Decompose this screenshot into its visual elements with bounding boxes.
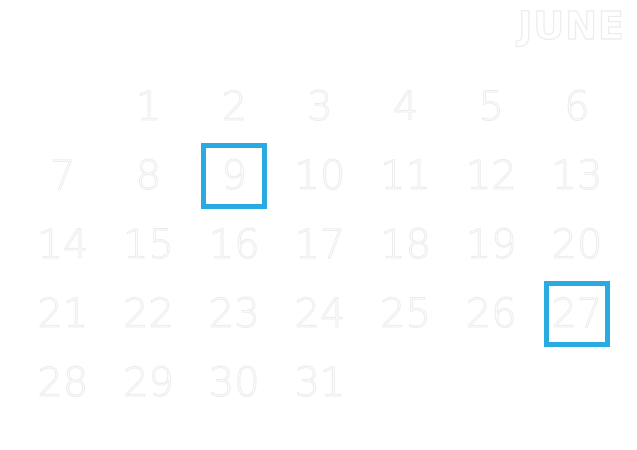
day-cell[interactable]: 4: [363, 72, 449, 141]
day-cell[interactable]: 30: [191, 348, 277, 417]
month-title: JUNE: [518, 3, 625, 48]
day-cell[interactable]: 8: [106, 141, 192, 210]
day-cell[interactable]: 24: [277, 279, 363, 348]
day-cell[interactable]: 5: [448, 72, 534, 141]
day-cell[interactable]: 25: [363, 279, 449, 348]
day-cell[interactable]: 19: [448, 210, 534, 279]
calendar-grid: 1 2 3 4 5 6 7 8 9 10 11 12 13 14 15 16 1…: [20, 72, 620, 417]
day-cell[interactable]: 23: [191, 279, 277, 348]
day-cell[interactable]: 29: [106, 348, 192, 417]
day-cell[interactable]: 21: [20, 279, 106, 348]
day-cell[interactable]: 1: [106, 72, 192, 141]
day-cell[interactable]: 26: [448, 279, 534, 348]
highlighted-day-cell[interactable]: 27: [534, 279, 620, 348]
day-cell[interactable]: 13: [534, 141, 620, 210]
empty-day-cell: [20, 72, 106, 141]
day-cell[interactable]: 31: [277, 348, 363, 417]
day-cell[interactable]: 22: [106, 279, 192, 348]
day-cell[interactable]: 7: [20, 141, 106, 210]
day-cell[interactable]: 11: [363, 141, 449, 210]
empty-day-cell: [363, 348, 449, 417]
day-cell[interactable]: 15: [106, 210, 192, 279]
highlighted-day-cell[interactable]: 9: [191, 141, 277, 210]
day-cell[interactable]: 20: [534, 210, 620, 279]
empty-day-cell: [534, 348, 620, 417]
day-cell[interactable]: 18: [363, 210, 449, 279]
day-cell[interactable]: 28: [20, 348, 106, 417]
day-cell[interactable]: 2: [191, 72, 277, 141]
day-cell[interactable]: 17: [277, 210, 363, 279]
day-cell[interactable]: 14: [20, 210, 106, 279]
empty-day-cell: [448, 348, 534, 417]
day-cell[interactable]: 3: [277, 72, 363, 141]
day-cell[interactable]: 10: [277, 141, 363, 210]
day-cell[interactable]: 16: [191, 210, 277, 279]
day-cell[interactable]: 12: [448, 141, 534, 210]
day-cell[interactable]: 6: [534, 72, 620, 141]
